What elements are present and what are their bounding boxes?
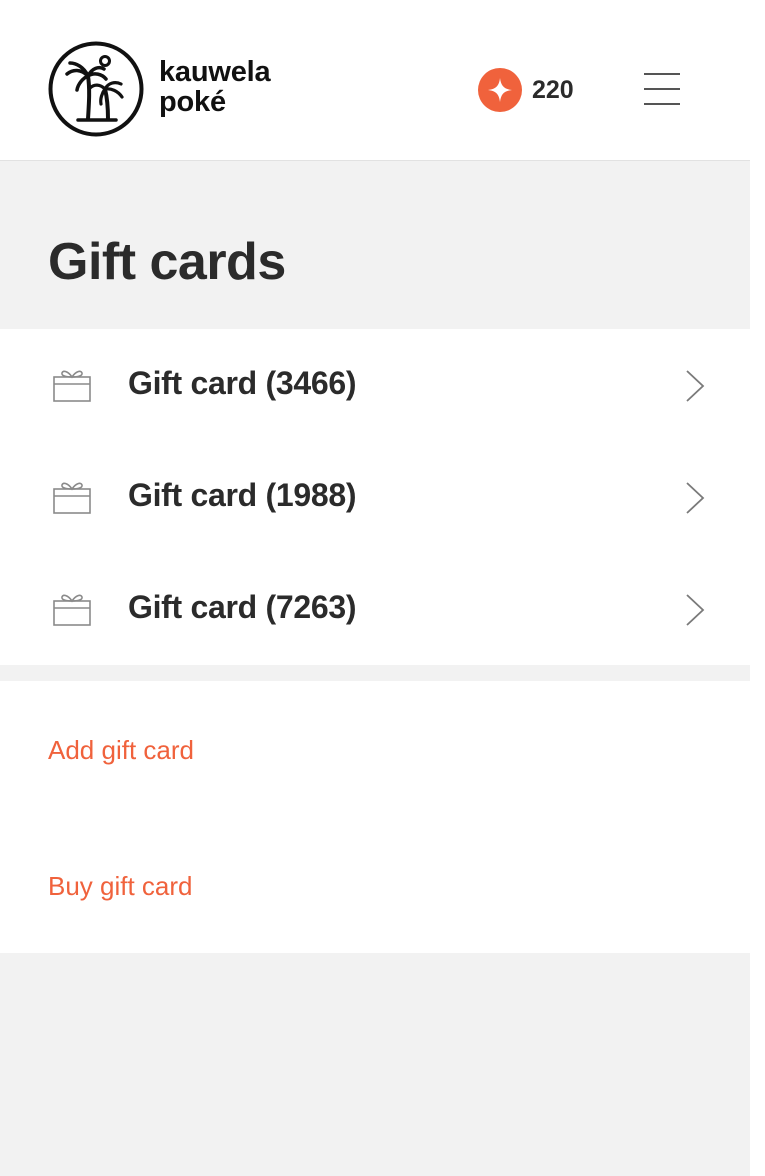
menu-line — [644, 103, 680, 105]
gift-card-icon — [53, 594, 91, 626]
chevron-right-icon — [686, 482, 705, 514]
gift-card-row[interactable]: Gift card (3466) — [0, 329, 750, 441]
gift-card-label: Gift card (7263) — [128, 589, 357, 625]
gift-card-label: Gift card (3466) — [128, 365, 357, 401]
add-gift-card-link[interactable]: Add gift card — [48, 735, 194, 766]
brand-line-1: kauwela — [159, 56, 271, 88]
page: kauwela poké 220 Gift cards Gift card (3… — [0, 0, 750, 1176]
points-indicator[interactable]: 220 — [478, 68, 574, 112]
gift-card-row[interactable]: Gift card (7263) — [0, 553, 750, 665]
brand-name[interactable]: kauwela poké — [159, 56, 271, 118]
points-value: 220 — [532, 75, 574, 104]
sparkle-icon — [478, 68, 522, 112]
gift-card-list: Gift card (3466) Gift card (1988) Gift c — [0, 329, 750, 665]
buy-gift-card-link[interactable]: Buy gift card — [48, 871, 193, 902]
chevron-right-icon — [686, 594, 705, 626]
gift-card-row[interactable]: Gift card (1988) — [0, 441, 750, 553]
gift-card-actions: Add gift card Buy gift card — [0, 681, 750, 953]
page-title: Gift cards — [48, 233, 286, 291]
gift-card-icon — [53, 370, 91, 402]
chevron-right-icon — [686, 370, 705, 402]
gift-card-label: Gift card (1988) — [128, 477, 357, 513]
header: kauwela poké 220 — [0, 0, 750, 161]
brand-line-2: poké — [159, 86, 226, 118]
gift-card-icon — [53, 482, 91, 514]
hamburger-menu-icon[interactable] — [644, 72, 680, 106]
menu-line — [644, 73, 680, 75]
menu-line — [644, 88, 680, 90]
palm-trees-logo-icon[interactable] — [48, 41, 144, 137]
